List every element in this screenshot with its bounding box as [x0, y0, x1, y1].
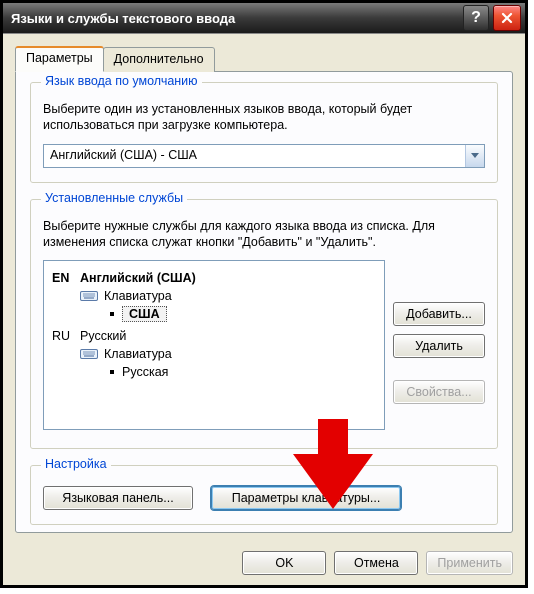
- layout-label-selected: США: [122, 306, 167, 322]
- service-buttons: Добавить... Удалить: [393, 302, 485, 358]
- tab-advanced[interactable]: Дополнительно: [103, 47, 215, 72]
- service-layout-row[interactable]: Русская: [52, 363, 376, 381]
- lang-name: Английский (США): [80, 271, 196, 285]
- keyboard-icon: [80, 347, 98, 362]
- button-label: Свойства...: [406, 385, 471, 399]
- add-button[interactable]: Добавить...: [393, 302, 485, 326]
- tab-label: Дополнительно: [114, 52, 204, 66]
- layout-label: Русская: [122, 365, 168, 379]
- tab-label: Параметры: [26, 51, 93, 65]
- remove-button[interactable]: Удалить: [393, 334, 485, 358]
- language-bar-button[interactable]: Языковая панель...: [43, 486, 193, 510]
- ok-button[interactable]: OK: [242, 551, 326, 575]
- properties-button: Свойства...: [393, 380, 485, 404]
- group-default-language: Язык ввода по умолчанию Выберите один из…: [30, 82, 498, 183]
- button-label: Применить: [437, 556, 502, 570]
- tabstrip: Параметры Дополнительно: [15, 46, 214, 72]
- default-language-combo[interactable]: Английский (США) - США: [43, 144, 485, 168]
- help-button[interactable]: ?: [463, 5, 489, 31]
- dialog-button-row: OK Отмена Применить: [242, 551, 513, 575]
- service-layout-row[interactable]: США: [52, 305, 376, 323]
- tab-parameters[interactable]: Параметры: [15, 46, 104, 72]
- button-label: Удалить: [415, 339, 463, 353]
- tab-page: Язык ввода по умолчанию Выберите один из…: [15, 71, 513, 533]
- service-lang-row[interactable]: RU Русский: [52, 327, 376, 345]
- cancel-button[interactable]: Отмена: [334, 551, 418, 575]
- combo-dropdown-button[interactable]: [465, 145, 484, 167]
- lang-code: RU: [52, 329, 80, 343]
- window-title: Языки и службы текстового ввода: [11, 11, 463, 26]
- keyboard-settings-button[interactable]: Параметры клавиатуры...: [211, 486, 401, 510]
- button-label: OK: [275, 556, 293, 570]
- category-label: Клавиатура: [104, 289, 172, 303]
- group-installed-services: Установленные службы Выберите нужные слу…: [30, 199, 498, 450]
- lang-name: Русский: [80, 329, 126, 343]
- close-icon: [501, 12, 513, 24]
- keyboard-icon: [80, 289, 98, 304]
- titlebar: Языки и службы текстового ввода ?: [3, 3, 525, 33]
- category-label: Клавиатура: [104, 347, 172, 361]
- apply-button: Применить: [426, 551, 513, 575]
- group-legend: Язык ввода по умолчанию: [41, 74, 202, 88]
- group-settings: Настройка Языковая панель... Параметры к…: [30, 465, 498, 525]
- services-help: Выберите нужные службы для каждого языка…: [43, 218, 485, 251]
- button-label: Языковая панель...: [62, 491, 173, 505]
- close-button[interactable]: [493, 5, 521, 31]
- lang-code: EN: [52, 271, 80, 285]
- button-label: Добавить...: [406, 307, 472, 321]
- bullet-icon: [110, 370, 114, 374]
- bullet-icon: [110, 312, 114, 316]
- default-language-help: Выберите один из установленных языков вв…: [43, 101, 485, 134]
- group-legend: Настройка: [41, 457, 111, 471]
- combo-value: Английский (США) - США: [44, 145, 465, 167]
- services-list[interactable]: EN Английский (США) Клавиатура США: [43, 260, 385, 430]
- service-lang-row[interactable]: EN Английский (США): [52, 269, 376, 287]
- dialog-window: Языки и службы текстового ввода ? Параме…: [0, 0, 528, 588]
- client-area: Параметры Дополнительно Язык ввода по ум…: [3, 33, 525, 585]
- button-label: Отмена: [354, 556, 399, 570]
- chevron-down-icon: [471, 153, 479, 159]
- service-category-row[interactable]: Клавиатура: [52, 287, 376, 305]
- service-buttons-2: Свойства...: [393, 380, 485, 404]
- button-label: Параметры клавиатуры...: [232, 491, 381, 505]
- service-category-row[interactable]: Клавиатура: [52, 345, 376, 363]
- group-legend: Установленные службы: [41, 191, 187, 205]
